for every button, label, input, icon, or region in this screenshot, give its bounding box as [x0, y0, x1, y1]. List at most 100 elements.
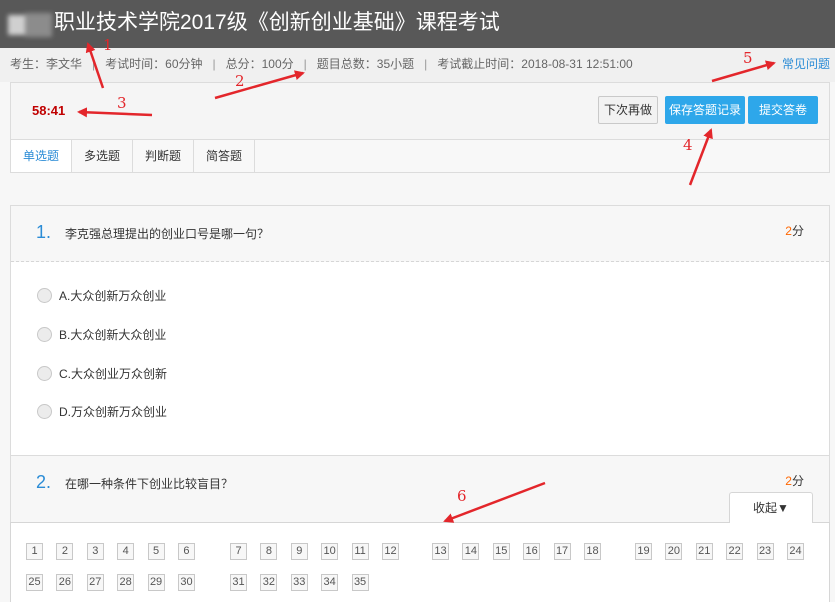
question-nav-item[interactable]: 15: [492, 543, 510, 560]
question-nav-group: 7 8 9 10 11 12: [230, 543, 399, 560]
annotation-label: 3: [117, 94, 127, 112]
question-nav-item[interactable]: 34: [321, 574, 339, 591]
radio-unchecked-icon[interactable]: [37, 326, 52, 342]
score-value: 2: [785, 224, 792, 238]
question-nav-item[interactable]: 29: [147, 574, 165, 591]
question-score: 2分: [785, 472, 804, 490]
question-header: 2. 在哪一种条件下创业比较盲目？ 2分: [11, 456, 829, 522]
question-nav-item[interactable]: 4: [117, 543, 135, 560]
question-nav-item[interactable]: 24: [786, 543, 804, 560]
annotation-label: 1: [103, 36, 113, 54]
question-nav-item[interactable]: 5: [147, 543, 165, 560]
question-nav-panel: 1 2 3 4 5 6 7 8 9 10 11 12 13 14 15 16 1…: [10, 522, 830, 602]
info-separator: |: [424, 57, 428, 71]
annotation-label: 6: [457, 487, 467, 505]
info-total-score: 总分：100分: [225, 57, 294, 71]
info-deadline: 考试截止时间：2018-08-31 12:51:00: [437, 57, 633, 71]
exam-control-panel: 58:41 下次再做 保存答题记录 提交答卷 单选题 多选题 判断题 简答题: [10, 82, 830, 173]
question-nav-item[interactable]: 17: [553, 543, 571, 560]
question-nav-group: 13 14 15 16 17 18: [432, 543, 601, 560]
radio-unchecked-icon[interactable]: [37, 287, 52, 303]
blurred-logo: [8, 12, 52, 38]
question-nav-item[interactable]: 6: [177, 543, 195, 560]
annotation-label: 5: [743, 49, 753, 67]
question-nav-item[interactable]: 3: [86, 543, 104, 560]
option-b[interactable]: B.大众创新大众创业: [37, 325, 166, 343]
question-text: 李克强总理提出的创业口号是哪一句？: [65, 227, 270, 241]
question-nav-item[interactable]: 18: [583, 543, 601, 560]
option-label: B.大众创新大众创业: [59, 327, 167, 342]
question-nav-item[interactable]: 28: [117, 574, 135, 591]
option-d[interactable]: D.万众创新万众创业: [37, 402, 167, 420]
info-candidate: 考生：李文华: [10, 57, 83, 71]
save-answers-button[interactable]: 保存答题记录: [665, 96, 745, 124]
option-c[interactable]: C.大众创业万众创新: [37, 364, 167, 382]
question-nav-item[interactable]: 22: [726, 543, 744, 560]
option-a[interactable]: A.大众创新万众创业: [37, 286, 166, 304]
tab-true-false[interactable]: 判断题: [133, 140, 194, 172]
info-duration: 考试时间：60分钟: [105, 57, 203, 71]
logo-block: [25, 13, 52, 37]
tab-single-choice[interactable]: 单选题: [11, 140, 72, 172]
question-nav-item[interactable]: 2: [56, 543, 74, 560]
info-question-count: 题目总数：35小题: [316, 57, 415, 71]
annotation-label: 4: [683, 136, 693, 154]
question-nav-item[interactable]: 1: [26, 543, 43, 560]
question-nav-item[interactable]: 32: [260, 574, 278, 591]
logo-block: [8, 15, 25, 35]
question-nav-item[interactable]: 19: [635, 543, 652, 560]
question-nav-item[interactable]: 10: [321, 543, 339, 560]
question-nav-item[interactable]: 13: [432, 543, 449, 560]
question-nav-item[interactable]: 33: [290, 574, 308, 591]
question-nav-item[interactable]: 7: [230, 543, 247, 560]
faq-link[interactable]: 常见问题: [782, 48, 830, 81]
question-nav-item[interactable]: 21: [695, 543, 713, 560]
option-label: C.大众创业万众创新: [59, 366, 168, 381]
do-later-button[interactable]: 下次再做: [598, 96, 658, 124]
annotation-label: 2: [235, 72, 245, 90]
exam-page: 职业技术学院2017级《创新创业基础》课程考试 考生：李文华 | 考试时间：60分钟…: [0, 0, 835, 602]
question-type-tabs: 单选题 多选题 判断题 简答题: [11, 139, 829, 172]
exam-title: 职业技术学院2017级《创新创业基础》课程考试: [54, 11, 500, 34]
option-label: D.万众创新万众创业: [59, 404, 168, 419]
question-nav-group: 31 32 33 34 35: [230, 574, 369, 591]
question-nav-item[interactable]: 12: [381, 543, 399, 560]
question-nav-item[interactable]: 9: [290, 543, 308, 560]
score-unit: 分: [791, 474, 804, 488]
question-nav-item[interactable]: 27: [86, 574, 104, 591]
question-text: 在哪一种条件下创业比较盲目？: [65, 477, 234, 491]
question-nav-item[interactable]: 16: [523, 543, 541, 560]
question-nav-item[interactable]: 14: [462, 543, 480, 560]
question-nav-item[interactable]: 26: [56, 574, 74, 591]
info-separator: |: [212, 57, 216, 71]
question-nav-item[interactable]: 23: [756, 543, 774, 560]
tab-multiple-choice[interactable]: 多选题: [72, 140, 133, 172]
question-number: 1.: [36, 222, 52, 242]
question-score: 2分: [785, 222, 804, 240]
radio-unchecked-icon[interactable]: [37, 403, 52, 419]
question-card: 1. 李克强总理提出的创业口号是哪一句？ 2分 A.大众创新万众创业 B.大众创…: [10, 205, 830, 456]
score-unit: 分: [791, 224, 804, 238]
option-label: A.大众创新万众创业: [59, 288, 167, 303]
question-nav-item[interactable]: 31: [230, 574, 247, 591]
tab-short-answer[interactable]: 简答题: [194, 140, 255, 172]
question-nav-item[interactable]: 8: [260, 543, 278, 560]
answer-options: A.大众创新万众创业 B.大众创新大众创业 C.大众创业万众创新 D.万众创新万…: [11, 262, 829, 454]
question-nav-item[interactable]: 25: [26, 574, 43, 591]
question-nav-group: 1 2 3 4 5 6: [26, 543, 195, 560]
question-header: 1. 李克强总理提出的创业口号是哪一句？ 2分: [11, 206, 829, 262]
question-nav-item[interactable]: 11: [351, 543, 369, 560]
question-nav-item[interactable]: 30: [177, 574, 195, 591]
submit-exam-button[interactable]: 提交答卷: [748, 96, 818, 124]
exam-info-bar: 考生：李文华 | 考试时间：60分钟 | 总分：100分 | 题目总数：35小题 | 考试截止时…: [0, 48, 835, 82]
question-nav-item[interactable]: 20: [665, 543, 683, 560]
exam-header: 职业技术学院2017级《创新创业基础》课程考试: [0, 0, 835, 48]
score-value: 2: [785, 474, 792, 488]
info-separator: |: [92, 57, 96, 71]
info-separator: |: [303, 57, 307, 71]
radio-unchecked-icon[interactable]: [37, 365, 52, 381]
question-nav-item[interactable]: 35: [351, 574, 369, 591]
question-number: 2.: [36, 472, 52, 492]
countdown-timer: 58:41: [32, 103, 66, 118]
collapse-nav-button[interactable]: 收起▼: [729, 492, 813, 523]
